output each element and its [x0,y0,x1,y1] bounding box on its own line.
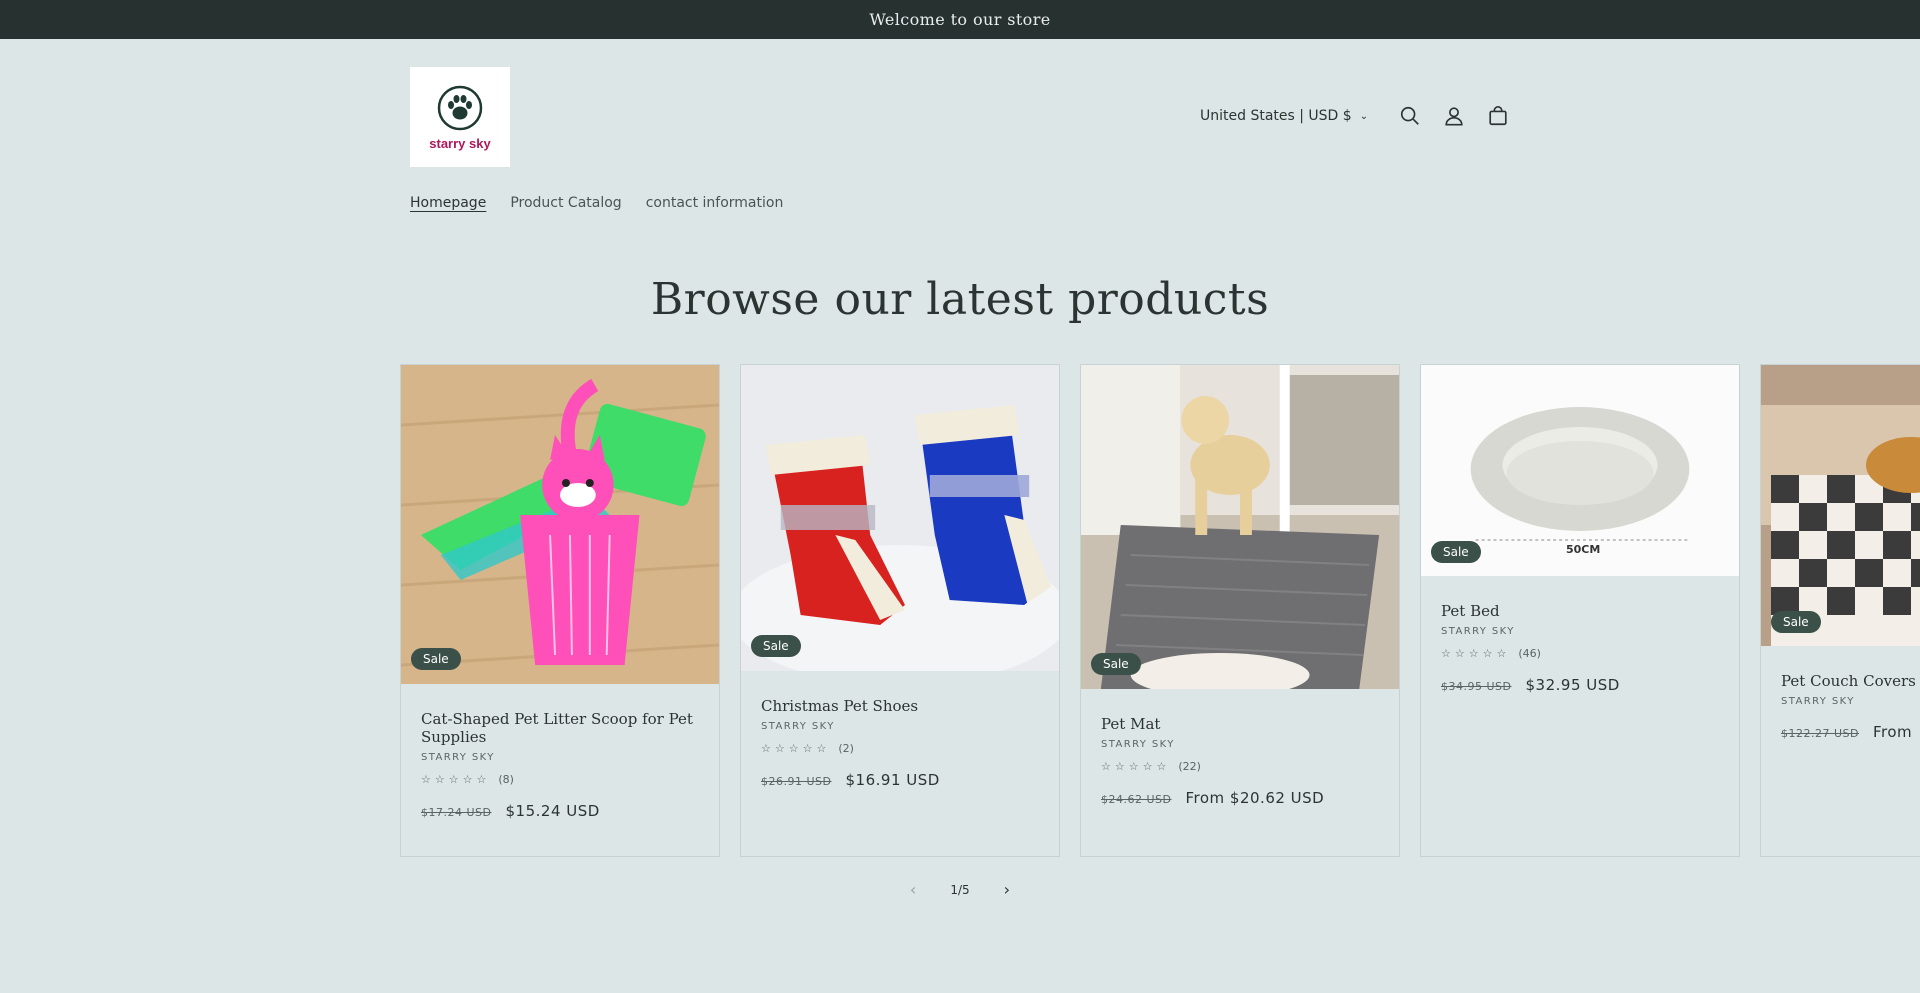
sale-price: From [1873,723,1913,741]
sale-price: $15.24 USD [505,802,600,820]
product-prices: $34.95 USD $32.95 USD [1441,676,1719,694]
product-rating: ☆☆☆☆☆ (8) [421,773,699,786]
product-rating: ☆☆☆☆☆ (2) [761,742,1039,755]
product-image[interactable] [741,365,1059,671]
search-icon [1401,106,1419,125]
regular-price: $24.62 USD [1101,793,1172,806]
current-slide: 1 [950,882,958,897]
nav-link-contact-information[interactable]: contact information [646,195,784,211]
product-vendor: STARRY SKY [1441,626,1515,637]
image-caption: 50CM [1566,543,1601,556]
product-card-pet-couch-covers[interactable]: Sale Pet Couch Covers STARRY SKY $122.27… [1760,364,1920,857]
rating-stars-icon: ☆☆☆☆☆ [1441,647,1511,660]
product-title[interactable]: Pet Bed [1441,602,1719,620]
account-icon [1445,107,1463,126]
nav-link-product-catalog[interactable]: Product Catalog [510,195,621,211]
product-rating: ☆☆☆☆☆ (22) [1101,760,1379,773]
review-count: (46) [1518,647,1541,660]
product-image[interactable] [1761,365,1920,646]
product-prices: $17.24 USD $15.24 USD [421,802,699,820]
sale-price: $16.91 USD [845,771,940,789]
product-info: Pet Bed STARRY SKY ☆☆☆☆☆ (46) $34.95 USD… [1441,602,1719,694]
sale-price: $32.95 USD [1525,676,1620,694]
search-button[interactable] [1388,100,1432,132]
product-prices: $122.27 USD From [1781,723,1920,741]
product-info: Pet Couch Covers STARRY SKY $122.27 USD … [1781,672,1920,741]
product-title[interactable]: Cat-Shaped Pet Litter Scoop for Pet Supp… [421,710,699,746]
product-card-pet-mat[interactable]: Sale Pet Mat STARRY SKY ☆☆☆☆☆ (22) $24.6… [1080,364,1400,857]
product-prices: $24.62 USD From $20.62 USD [1101,789,1379,807]
product-info: Cat-Shaped Pet Litter Scoop for Pet Supp… [421,710,699,820]
regular-price: $17.24 USD [421,806,492,819]
product-rating: ☆☆☆☆☆ (46) [1441,647,1719,660]
cart-icon [1489,106,1507,126]
chevron-left-icon[interactable]: ‹ [910,880,916,899]
total-slides: 5 [962,882,970,897]
rating-stars-icon: ☆☆☆☆☆ [761,742,831,755]
announcement-text: Welcome to our store [869,10,1051,29]
slide-counter: 1/5 [950,883,969,897]
country-selector-label: United States | USD $ [1200,108,1352,124]
product-info: Christmas Pet Shoes STARRY SKY ☆☆☆☆☆ (2)… [761,697,1039,789]
regular-price: $122.27 USD [1781,727,1859,740]
product-card-christmas-shoes[interactable]: Sale Christmas Pet Shoes STARRY SKY ☆☆☆☆… [740,364,1060,857]
announcement-bar: Welcome to our store [0,0,1920,39]
review-count: (22) [1178,760,1201,773]
store-logo[interactable]: starry sky [410,67,510,167]
product-vendor: STARRY SKY [1101,739,1175,750]
product-title[interactable]: Christmas Pet Shoes [761,697,1039,715]
product-card-pet-bed[interactable]: 50CM Sale Pet Bed STARRY SKY ☆☆☆☆☆ (46) … [1420,364,1740,857]
product-vendor: STARRY SKY [761,721,835,732]
sale-badge: Sale [1771,611,1821,633]
sale-badge: Sale [411,648,461,670]
rating-stars-icon: ☆☆☆☆☆ [1101,760,1171,773]
product-image[interactable] [1081,365,1399,689]
sale-price: From $20.62 USD [1185,789,1325,807]
nav-link-homepage[interactable]: Homepage [410,195,486,211]
review-count: (8) [498,773,514,786]
paw-icon [437,85,483,130]
account-button[interactable] [1432,100,1476,132]
main-nav: Homepage Product Catalog contact informa… [410,195,783,211]
product-card-litter-scoop[interactable]: Sale Cat-Shaped Pet Litter Scoop for Pet… [400,364,720,857]
rating-stars-icon: ☆☆☆☆☆ [421,773,491,786]
slider-pagination: ‹ 1/5 › [0,880,1920,899]
product-info: Pet Mat STARRY SKY ☆☆☆☆☆ (22) $24.62 USD… [1101,715,1379,807]
product-prices: $26.91 USD $16.91 USD [761,771,1039,789]
header-tools: United States | USD $ ⌄ [1200,100,1520,132]
product-vendor: STARRY SKY [421,752,495,763]
section-title: Browse our latest products [650,274,1270,325]
chevron-down-icon: ⌄ [1359,110,1369,122]
sale-badge: Sale [751,635,801,657]
regular-price: $34.95 USD [1441,680,1512,693]
product-image[interactable] [401,365,719,684]
product-vendor: STARRY SKY [1781,696,1855,707]
sale-badge: Sale [1091,653,1141,675]
cart-button[interactable] [1476,100,1520,132]
country-selector[interactable]: United States | USD $ ⌄ [1200,108,1368,124]
review-count: (2) [838,742,854,755]
chevron-right-icon[interactable]: › [1004,880,1010,899]
product-title[interactable]: Pet Mat [1101,715,1379,733]
logo-brand-text: starry sky [429,135,491,151]
sale-badge: Sale [1431,541,1481,563]
product-title[interactable]: Pet Couch Covers [1781,672,1920,690]
regular-price: $26.91 USD [761,775,832,788]
